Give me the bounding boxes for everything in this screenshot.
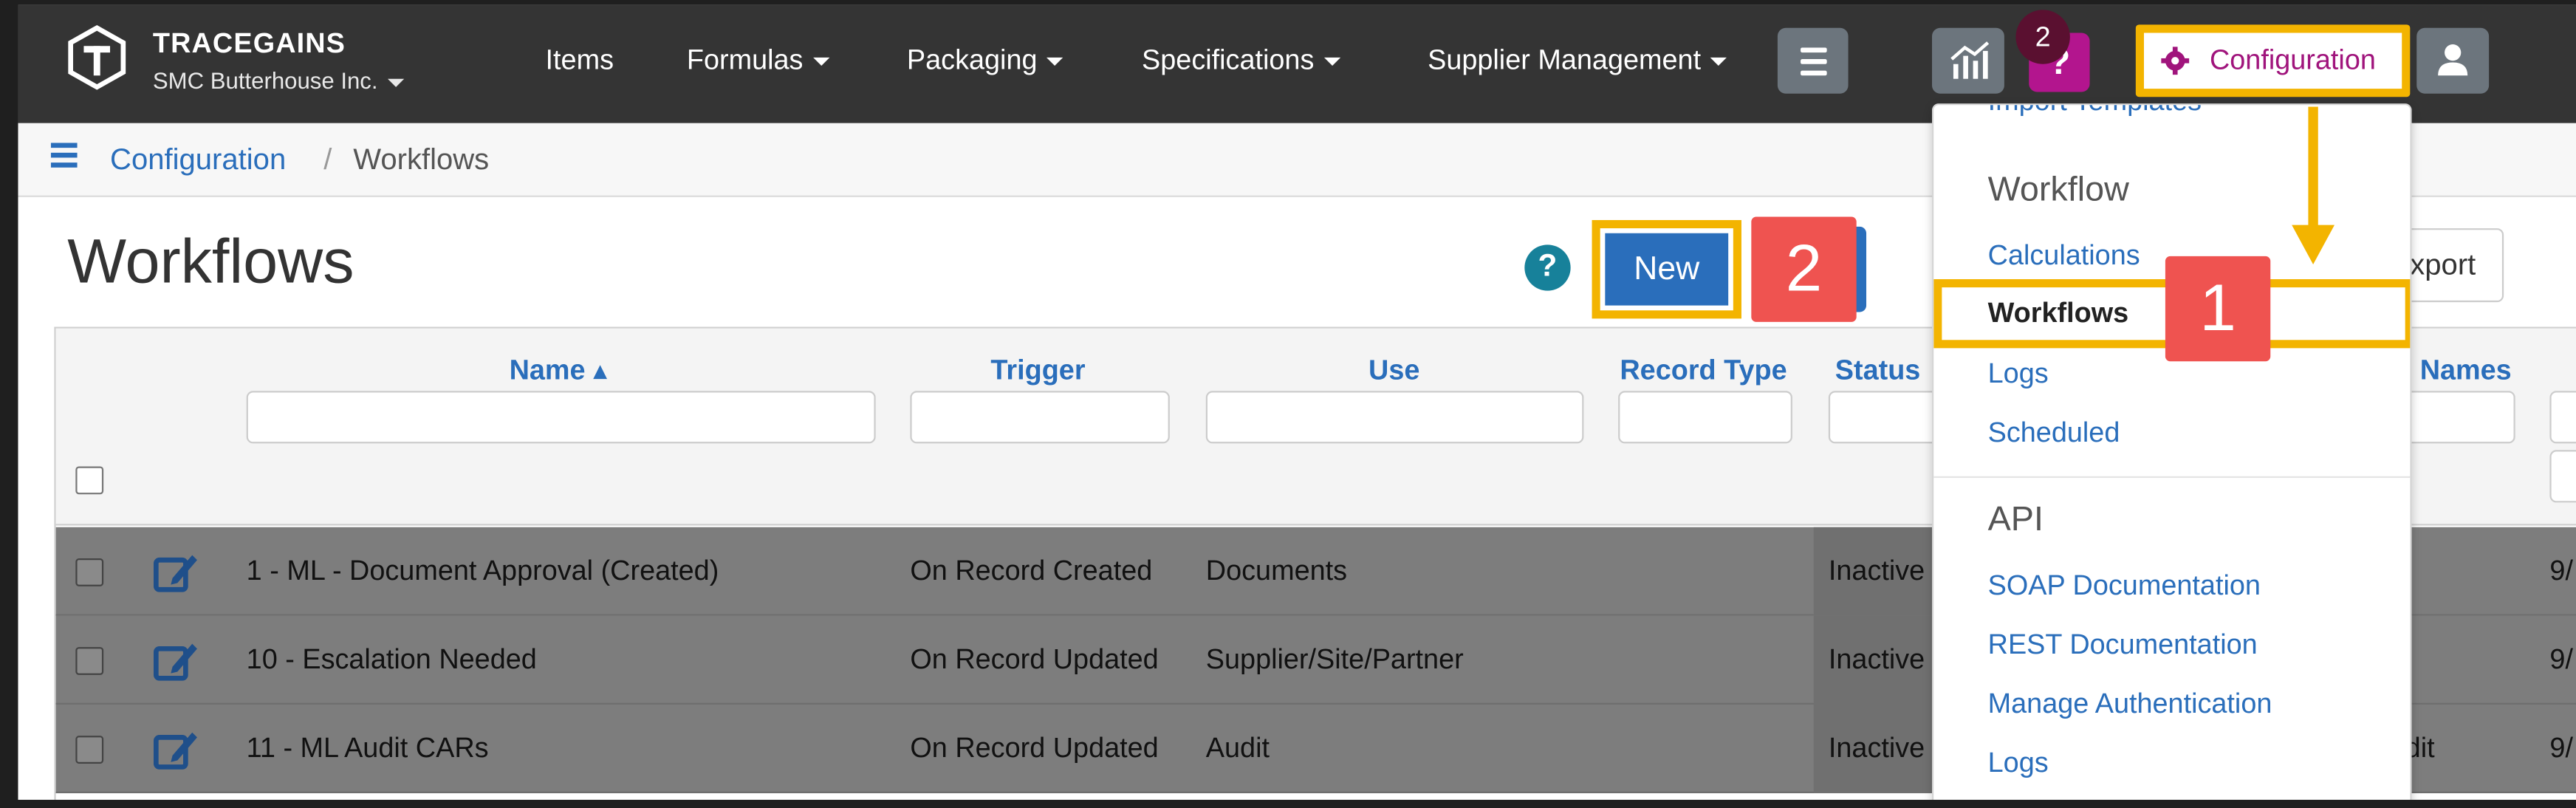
notification-badge: 2 (2015, 10, 2070, 64)
row-date: 9/ (2549, 643, 2573, 675)
nav-items-label: Items (545, 44, 614, 76)
row-status: Inactive (1828, 555, 1925, 586)
name-filter-input[interactable] (246, 391, 876, 444)
chevron-down-icon (1323, 57, 1340, 66)
dropdown-item-logs[interactable]: Logs (1988, 358, 2049, 391)
chevron-down-icon (812, 57, 830, 66)
step-1-annotation: 1 (2165, 256, 2271, 362)
row-use: Supplier/Site/Partner (1205, 643, 1464, 675)
edit-icon[interactable] (153, 550, 199, 593)
column-record-type[interactable]: Record Type (1620, 355, 1787, 387)
dropdown-item-calculations[interactable]: Calculations (1988, 240, 2140, 273)
status-filter-input[interactable] (1828, 391, 1944, 444)
row-date: 9/ (2549, 555, 2573, 586)
user-icon (2438, 44, 2468, 76)
dropdown-header-workflow: Workflow (1987, 171, 2129, 209)
row-checkbox[interactable] (75, 558, 104, 586)
hamburger-menu-button[interactable] (1777, 27, 1849, 94)
row-status: Inactive (1828, 732, 1925, 764)
dropdown-item-manage-authentication[interactable]: Manage Authentication (1988, 688, 2272, 721)
new-workflow-button[interactable]: New (1592, 219, 1741, 319)
brand-name: TRACEGAINS (152, 27, 346, 60)
dropdown-item-import-templates[interactable]: Import Templates (1988, 105, 2202, 118)
edit-icon[interactable] (153, 727, 199, 770)
record-type-filter-input[interactable] (1618, 391, 1792, 444)
row-status: Inactive (1828, 643, 1925, 675)
nav-formulas[interactable]: Formulas (686, 44, 830, 77)
column-status[interactable]: Status (1835, 355, 1921, 387)
dropdown-item-scheduled[interactable]: Scheduled (1988, 417, 2120, 450)
gear-icon (2161, 47, 2190, 75)
column-use[interactable]: Use (1368, 355, 1419, 387)
tracegains-logo-icon[interactable] (64, 24, 130, 90)
tenant-name: SMC Butterhouse Inc. (152, 67, 378, 94)
analytics-button[interactable] (1932, 27, 2004, 94)
row-checkbox[interactable] (75, 647, 104, 675)
nav-specifications[interactable]: Specifications (1142, 44, 1340, 77)
step-2-annotation: 2 (1751, 216, 1857, 322)
names-filter-input[interactable] (2405, 391, 2515, 444)
use-filter-input[interactable] (1205, 391, 1584, 444)
nav-packaging[interactable]: Packaging (906, 44, 1064, 77)
date-filter-input[interactable] (2549, 391, 2576, 444)
nav-items[interactable]: Items (546, 44, 614, 77)
row-name[interactable]: 11 - ML Audit CARs (247, 733, 489, 765)
select-all-checkbox[interactable] (75, 466, 104, 495)
new-button-label: New (1605, 233, 1729, 306)
breadcrumb-current: Workflows (353, 143, 490, 176)
dropdown-header-api: API (1987, 501, 2044, 539)
configuration-label: Configuration (2209, 44, 2376, 76)
dropdown-divider (1933, 476, 2411, 479)
nav-supplier-management[interactable]: Supplier Management (1428, 44, 1727, 77)
row-checkbox[interactable] (75, 736, 104, 764)
row-trigger: On Record Updated (910, 643, 1159, 675)
dropdown-item-workflows-label: Workflows (1987, 297, 2129, 329)
dropdown-item-soap-documentation[interactable]: SOAP Documentation (1988, 570, 2261, 603)
chevron-down-icon (387, 78, 405, 87)
row-date: 9/ (2549, 732, 2573, 764)
chevron-down-icon (1046, 57, 1064, 66)
dropdown-item-api-logs[interactable]: Logs (1988, 747, 2049, 780)
dropdown-item-rest-documentation[interactable]: REST Documentation (1988, 629, 2258, 662)
row-name[interactable]: 1 - ML - Document Approval (Created) (247, 555, 719, 588)
chevron-down-icon (1710, 57, 1727, 66)
column-trigger[interactable]: Trigger (990, 355, 1085, 387)
row-use: Documents (1205, 555, 1348, 586)
row-trigger: On Record Updated (910, 732, 1159, 764)
sidebar-toggle-icon[interactable] (50, 143, 78, 169)
column-names[interactable]: Names (2420, 355, 2512, 387)
breadcrumb-separator: / (323, 143, 332, 176)
column-name[interactable]: Name ▴ (510, 355, 607, 387)
nav-formulas-label: Formulas (686, 44, 804, 76)
edit-icon[interactable] (153, 639, 199, 682)
bar-chart-icon (1950, 41, 1990, 79)
configuration-button[interactable]: Configuration (2135, 24, 2411, 97)
date-filter-input-2[interactable] (2549, 450, 2576, 503)
row-name[interactable]: 10 - Escalation Needed (247, 644, 537, 677)
breadcrumb-configuration-link[interactable]: Configuration (110, 143, 286, 177)
nav-packaging-label: Packaging (906, 44, 1038, 76)
configuration-dropdown: Import Templates Workflow Calculations W… (1932, 103, 2412, 808)
nav-supplier-management-label: Supplier Management (1428, 44, 1702, 76)
tenant-switcher[interactable]: SMC Butterhouse Inc. (152, 67, 405, 94)
trigger-filter-input[interactable] (910, 391, 1170, 444)
row-trigger: On Record Created (910, 555, 1153, 586)
page-title: Workflows (67, 228, 354, 298)
arrow-down-icon (2292, 106, 2335, 264)
help-circle-icon[interactable]: ? (1524, 244, 1571, 291)
user-account-button[interactable] (2416, 27, 2490, 94)
row-use: Audit (1205, 732, 1270, 764)
nav-specifications-label: Specifications (1142, 44, 1315, 76)
